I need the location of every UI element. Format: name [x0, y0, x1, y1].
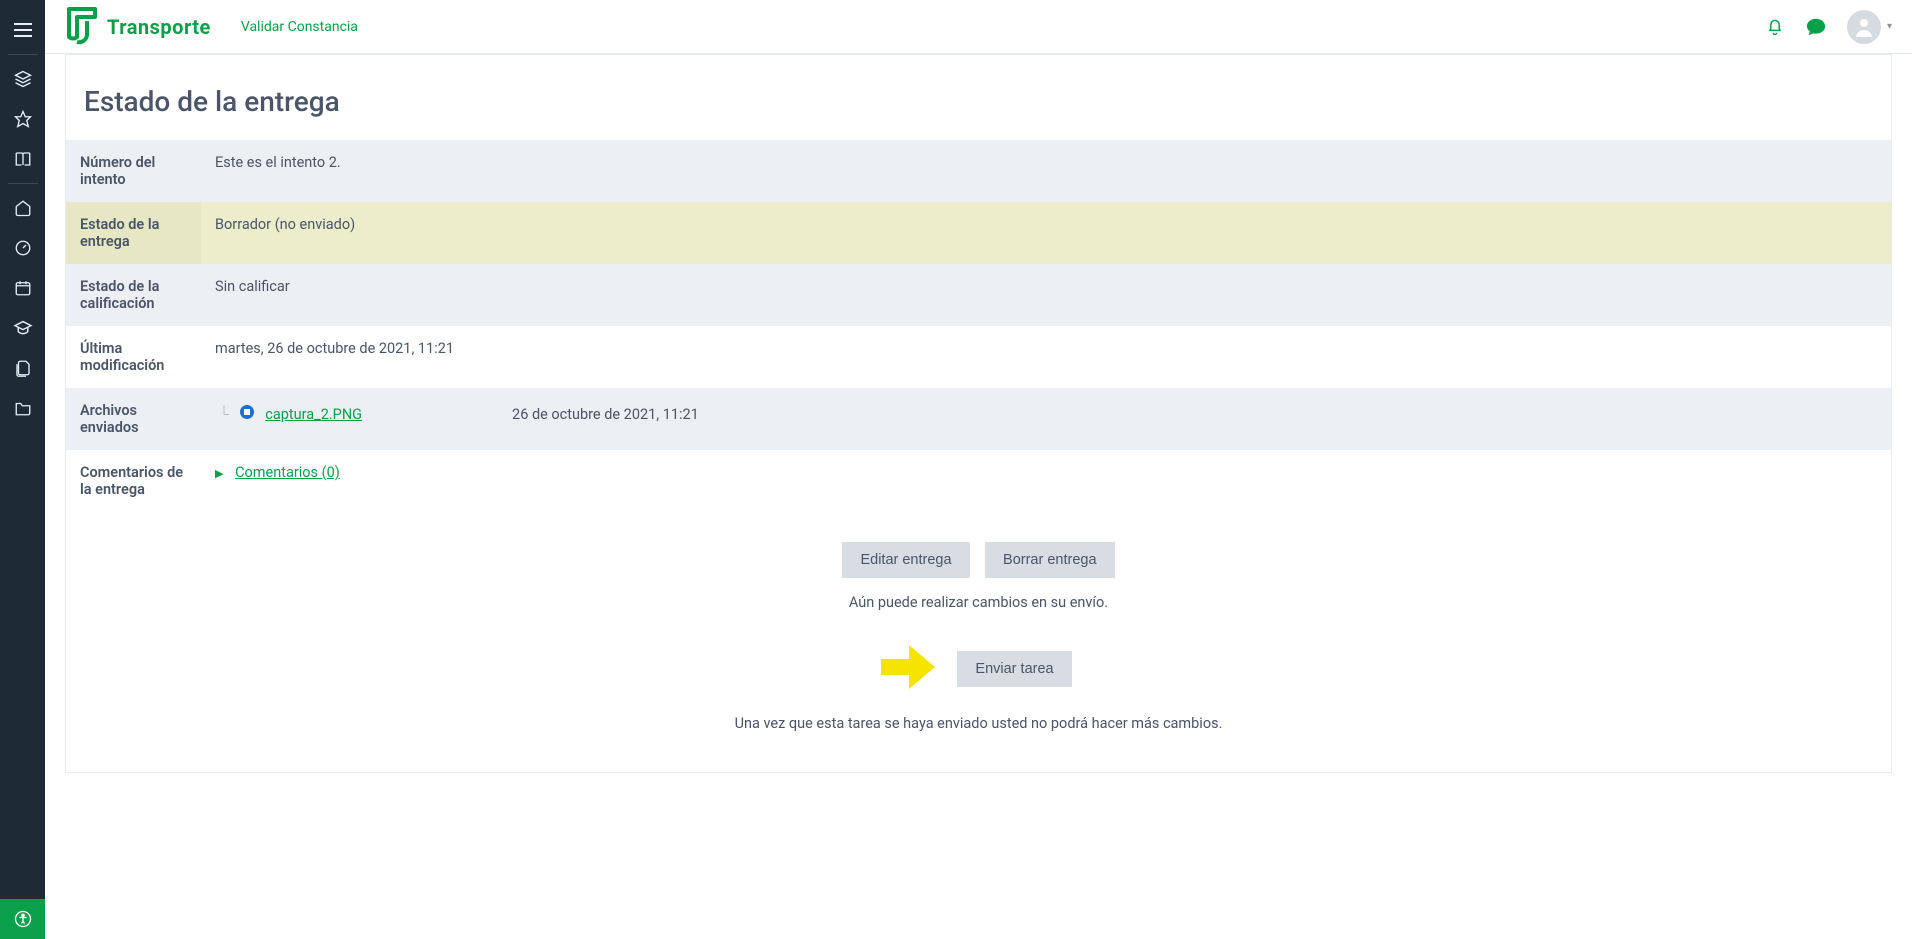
label-status: Estado de la entrega: [66, 202, 201, 264]
row-status: Estado de la entrega Borrador (no enviad…: [66, 202, 1891, 264]
brand-name: Transporte: [107, 15, 211, 39]
value-modified: martes, 26 de octubre de 2021, 11:21: [201, 326, 1891, 388]
delete-button[interactable]: Borrar entrega: [985, 542, 1115, 578]
hint-can-change: Aún puede realizar cambios en su envío.: [66, 594, 1891, 611]
layers-icon[interactable]: [0, 59, 45, 99]
submission-card: Estado de la entrega Número del intento …: [65, 54, 1892, 773]
validar-link[interactable]: Validar Constancia: [241, 19, 358, 35]
book-icon[interactable]: [0, 139, 45, 179]
sidebar: [0, 0, 45, 939]
label-comments: Comentarios de la entrega: [66, 450, 201, 512]
row-files: Archivos enviados └ captura_2.PNG 26 de …: [66, 388, 1891, 450]
value-grade: Sin calificar: [201, 264, 1891, 326]
home-icon[interactable]: [0, 188, 45, 228]
value-attempt: Este es el intento 2.: [201, 140, 1891, 202]
label-attempt: Número del intento: [66, 140, 201, 202]
submit-button[interactable]: Enviar tarea: [957, 651, 1071, 687]
star-icon[interactable]: [0, 99, 45, 139]
file-tree-icon: └: [219, 406, 229, 423]
value-status: Borrador (no enviado): [201, 202, 1891, 264]
action-row: Editar entrega Borrar entrega: [66, 542, 1891, 578]
chevron-down-icon: ▾: [1887, 21, 1892, 32]
page-title: Estado de la entrega: [66, 85, 1891, 140]
avatar-icon: [1847, 10, 1881, 44]
label-modified: Última modificación: [66, 326, 201, 388]
topbar: Transporte Validar Constancia ▾: [45, 0, 1912, 54]
file-row: └ captura_2.PNG 26 de octubre de 2021, 1…: [215, 402, 1877, 426]
folder-icon[interactable]: [0, 388, 45, 428]
gauge-icon[interactable]: [0, 228, 45, 268]
graduation-icon[interactable]: [0, 308, 45, 348]
file-date: 26 de octubre de 2021, 11:21: [512, 406, 699, 423]
file-type-icon: [239, 404, 255, 424]
label-grade: Estado de la calificación: [66, 264, 201, 326]
hint-final: Una vez que esta tarea se haya enviado u…: [66, 715, 1891, 732]
edit-button[interactable]: Editar entrega: [842, 542, 969, 578]
comments-toggle[interactable]: Comentarios (0): [235, 464, 340, 481]
accessibility-icon[interactable]: [0, 899, 45, 939]
brand-logo[interactable]: Transporte: [65, 7, 211, 47]
caret-right-icon: ▶: [215, 467, 223, 480]
calendar-icon[interactable]: [0, 268, 45, 308]
status-table: Número del intento Este es el intento 2.…: [66, 140, 1891, 512]
row-grade: Estado de la calificación Sin calificar: [66, 264, 1891, 326]
menu-toggle-icon[interactable]: [0, 10, 45, 50]
row-attempt: Número del intento Este es el intento 2.: [66, 140, 1891, 202]
user-menu[interactable]: ▾: [1847, 10, 1892, 44]
bell-icon[interactable]: [1765, 17, 1785, 37]
sidebar-divider: [8, 183, 38, 184]
logo-icon: [65, 7, 99, 47]
chat-icon[interactable]: [1805, 17, 1827, 37]
files-icon[interactable]: [0, 348, 45, 388]
yellow-arrow-icon: [879, 639, 937, 699]
row-modified: Última modificación martes, 26 de octubr…: [66, 326, 1891, 388]
file-link[interactable]: captura_2.PNG: [265, 406, 362, 423]
label-files: Archivos enviados: [66, 388, 201, 450]
sidebar-divider: [8, 54, 38, 55]
row-comments: Comentarios de la entrega ▶ Comentarios …: [66, 450, 1891, 512]
